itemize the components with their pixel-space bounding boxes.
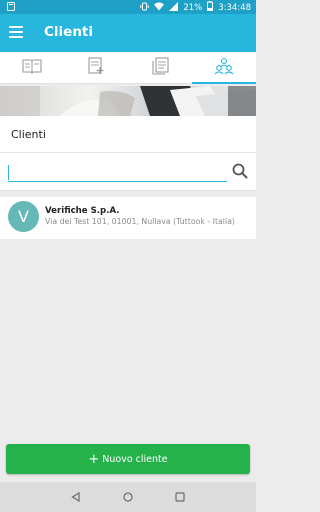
home-icon[interactable] xyxy=(120,489,136,505)
app-bar: Clienti xyxy=(0,14,256,52)
page-title: Clienti xyxy=(44,24,94,40)
vibrate-icon xyxy=(140,2,150,14)
signal-icon xyxy=(169,1,179,14)
section-header: Clienti xyxy=(0,116,256,153)
client-address: Via dei Test 101, 01001, Nullava (Tuttoo… xyxy=(45,217,235,226)
new-document-icon xyxy=(86,56,106,79)
tab-catalog[interactable] xyxy=(0,52,64,83)
client-name: Verifiche S.p.A. xyxy=(45,206,120,216)
text-cursor xyxy=(8,165,9,180)
add-client-button[interactable]: + Nuovo cliente xyxy=(6,444,250,474)
header-banner-image xyxy=(0,86,256,116)
search-icon[interactable] xyxy=(232,163,248,179)
battery-percent: 21% xyxy=(183,2,203,13)
search-bar xyxy=(0,153,256,191)
client-list-item[interactable]: V Verifiche S.p.A. Via dei Test 101, 010… xyxy=(0,197,256,239)
tab-bar xyxy=(0,52,256,84)
documents-icon xyxy=(150,56,170,79)
tab-documents[interactable] xyxy=(128,52,192,83)
battery-icon xyxy=(207,1,214,14)
notification-icon xyxy=(7,2,15,14)
recent-apps-icon[interactable] xyxy=(172,489,188,505)
search-input[interactable] xyxy=(8,162,227,182)
clock: 3:34:48 xyxy=(218,2,251,13)
avatar: V xyxy=(8,201,39,232)
tab-new-document[interactable] xyxy=(64,52,128,83)
book-icon xyxy=(22,58,42,78)
section-title: Clienti xyxy=(11,128,46,141)
system-navigation-bar xyxy=(0,482,256,512)
clients-icon xyxy=(213,57,235,79)
status-bar: 21% 3:34:48 xyxy=(0,0,256,14)
plus-icon: + xyxy=(88,451,100,467)
back-icon[interactable] xyxy=(68,489,84,505)
wifi-icon xyxy=(154,2,165,14)
add-client-label: Nuovo cliente xyxy=(102,453,168,465)
menu-icon[interactable] xyxy=(9,26,23,38)
tab-clients[interactable] xyxy=(192,52,256,84)
